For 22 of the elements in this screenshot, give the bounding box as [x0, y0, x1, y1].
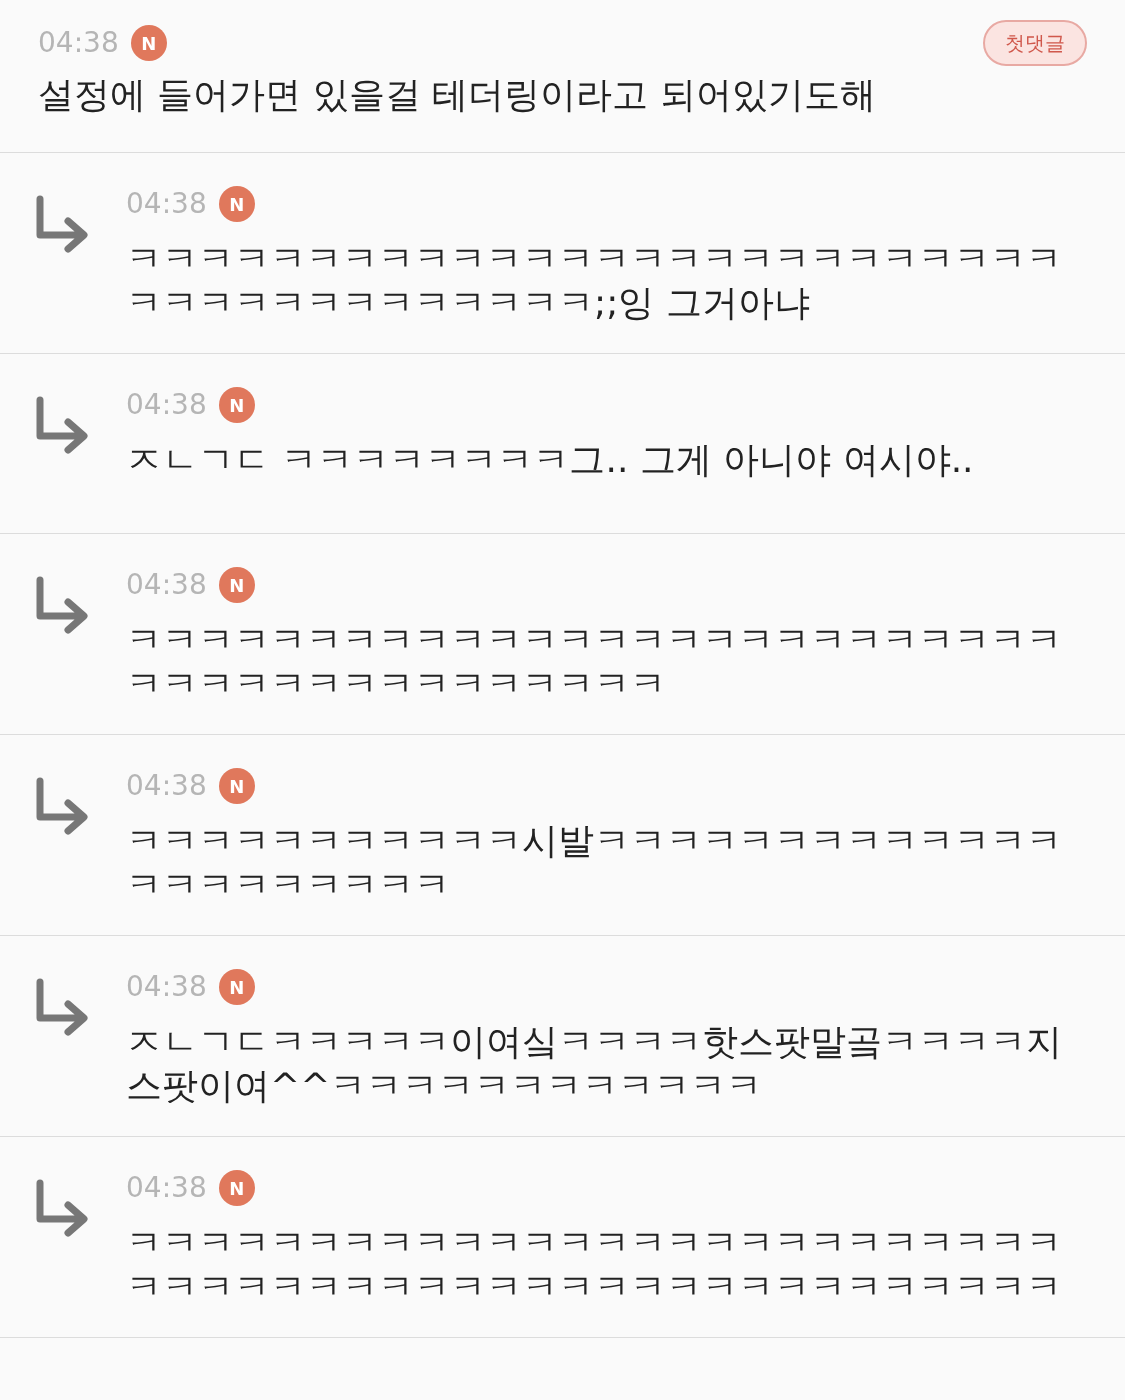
- comment-time: 04:38: [126, 1170, 207, 1206]
- new-badge: N: [218, 186, 255, 222]
- reply-text: ㅈㄴㄱㄷㅋㅋㅋㅋㅋ이여싴ㅋㅋㅋㅋ핫스팟말곸ㅋㅋㅋㅋ지스팟이여^^ㅋㅋㅋㅋㅋㅋㅋㅋㅋㅋㅋㅋ: [126, 1020, 1063, 1108]
- new-badge: N: [218, 387, 255, 423]
- new-badge: N: [218, 768, 255, 804]
- comment-time: 04:38: [126, 768, 207, 804]
- comment-time: 04:38: [126, 567, 207, 603]
- comment-time: 04:38: [126, 387, 207, 423]
- comment-time: 04:38: [38, 25, 119, 61]
- reply-text: ㅈㄴㄱㄷ ㅋㅋㅋㅋㅋㅋㅋㅋ그.. 그게 아니야 여시야..: [126, 438, 975, 482]
- new-badge: N: [218, 969, 255, 1005]
- new-badge: N: [218, 1170, 255, 1206]
- reply-text: ㅋㅋㅋㅋㅋㅋㅋㅋㅋㅋㅋㅋㅋㅋㅋㅋㅋㅋㅋㅋㅋㅋㅋㅋㅋㅋㅋㅋㅋㅋㅋㅋㅋㅋㅋㅋㅋㅋㅋ;;잉 그거아냐: [126, 237, 1063, 325]
- comment-text: 설정에 들어가면 있을걸 테더링이라고 되어있기도해: [38, 73, 876, 117]
- first-comment-tag: 첫댓글: [983, 20, 1087, 66]
- comment-time: 04:38: [126, 969, 207, 1005]
- new-badge: N: [130, 25, 167, 61]
- reply-text: ㅋㅋㅋㅋㅋㅋㅋㅋㅋㅋㅋㅋㅋㅋㅋㅋㅋㅋㅋㅋㅋㅋㅋㅋㅋㅋㅋㅋㅋㅋㅋㅋㅋㅋㅋㅋㅋㅋㅋㅋㅋㅋㅋㅋㅋㅋㅋㅋㅋㅋㅋㅋ: [126, 1221, 1063, 1309]
- reply-text: ㅋㅋㅋㅋㅋㅋㅋㅋㅋㅋㅋㅋㅋㅋㅋㅋㅋㅋㅋㅋㅋㅋㅋㅋㅋㅋㅋㅋㅋㅋㅋㅋㅋㅋㅋㅋㅋㅋㅋㅋㅋ: [126, 618, 1063, 706]
- reply-text: ㅋㅋㅋㅋㅋㅋㅋㅋㅋㅋㅋ시발ㅋㅋㅋㅋㅋㅋㅋㅋㅋㅋㅋㅋㅋㅋㅋㅋㅋㅋㅋㅋㅋㅋ: [126, 819, 1063, 907]
- comment-time: 04:38: [126, 186, 207, 222]
- new-badge: N: [218, 567, 255, 603]
